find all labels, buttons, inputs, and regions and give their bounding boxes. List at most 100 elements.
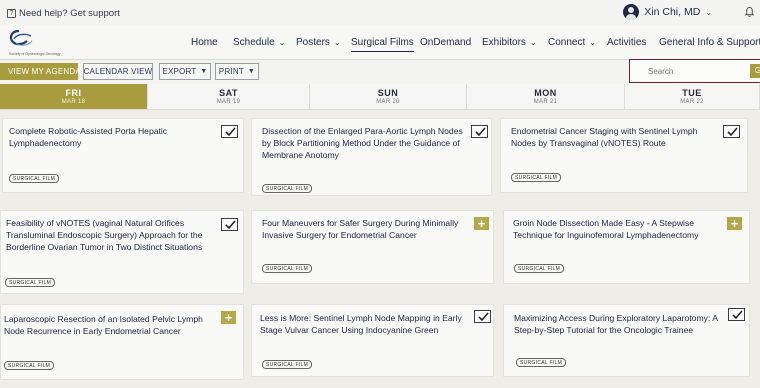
day-name: FRI — [65, 88, 82, 98]
nav-connect-label: Connect — [548, 37, 586, 48]
session-title: Laparoscopic Resection of an Isolated Pe… — [4, 314, 203, 336]
tab-tue[interactable]: TUE MAR 22 — [625, 84, 760, 110]
session-card[interactable]: Complete Robotic-Assisted Porta Hepatic … — [2, 118, 244, 193]
nav-home[interactable]: Home — [191, 37, 218, 48]
surgical-film-tag: SURGICAL FILM — [262, 360, 313, 369]
added-to-agenda-checkbox[interactable] — [221, 218, 238, 231]
add-to-agenda-button[interactable]: + — [474, 217, 489, 230]
user-name: Xin Chi, MD — [644, 6, 701, 18]
nav-schedule[interactable]: Schedule ⌄ — [233, 37, 285, 48]
session-card[interactable]: Feasibility of vNOTES (vaginal Natural O… — [0, 210, 244, 294]
added-to-agenda-checkbox[interactable] — [474, 310, 491, 323]
main-nav: Society of Gynecologic Oncology Home Sch… — [0, 26, 760, 60]
logo-text: Society of Gynecologic Oncology — [9, 52, 61, 56]
nav-ondemand[interactable]: OnDemand — [420, 37, 471, 48]
surgical-film-tag: SURGICAL FILM — [9, 174, 60, 183]
add-to-agenda-button[interactable]: + — [221, 311, 236, 324]
nav-general-info[interactable]: General Info & Support⌄ — [659, 37, 760, 48]
day-tabs: FRI MAR 18 SAT MAR 19 SUN MAR 20 MON MAR… — [0, 84, 760, 110]
checkmark-icon — [732, 310, 743, 320]
nav-activities[interactable]: Activities — [607, 37, 646, 48]
utility-bar: ? Need help? Get support Xin Chi, MD ⌄ — [0, 0, 760, 26]
user-menu[interactable]: Xin Chi, MD ⌄ — [623, 4, 712, 20]
session-title: Four Maneuvers for Safer Surgery During … — [262, 218, 459, 240]
session-title: Feasibility of vNOTES (vaginal Natural O… — [6, 218, 203, 252]
checkmark-icon — [225, 220, 236, 230]
tab-mon[interactable]: MON MAR 21 — [467, 84, 625, 110]
surgical-film-tag: SURGICAL FILM — [262, 264, 313, 273]
add-to-agenda-button[interactable]: + — [727, 217, 742, 230]
added-to-agenda-checkbox[interactable] — [221, 125, 238, 138]
added-to-agenda-checkbox[interactable] — [728, 308, 745, 321]
session-card[interactable]: Endometrial Cancer Staging with Sentinel… — [500, 118, 748, 193]
tab-fri[interactable]: FRI MAR 18 — [0, 84, 148, 110]
session-title: Complete Robotic-Assisted Porta Hepatic … — [9, 126, 168, 148]
print-button[interactable]: PRINT ▼ — [215, 63, 259, 80]
checkmark-icon — [727, 127, 738, 137]
logo-mark-icon — [9, 29, 33, 46]
day-name: TUE — [682, 88, 702, 98]
search-box: G — [629, 59, 760, 83]
surgical-film-tag: SURGICAL FILM — [514, 264, 565, 273]
session-title: Less is More: Sentinel Lymph Node Mappin… — [260, 313, 462, 335]
day-name: SAT — [219, 88, 238, 98]
day-date: MAR 19 — [216, 99, 241, 105]
nav-general-info-label: General Info & Support — [659, 37, 760, 48]
session-card[interactable]: Four Maneuvers for Safer Surgery During … — [251, 210, 494, 284]
nav-exhibitors-label: Exhibitors — [482, 37, 526, 48]
sgo-logo[interactable]: Society of Gynecologic Oncology — [5, 28, 61, 56]
nav-surgical-films-label: Surgical Films — [351, 37, 414, 48]
surgical-film-tag: SURGICAL FILM — [511, 173, 562, 182]
nav-ondemand-label: OnDemand — [420, 37, 472, 48]
chevron-down-icon: ⌄ — [278, 38, 286, 47]
added-to-agenda-checkbox[interactable] — [471, 125, 488, 138]
print-label: PRINT — [218, 67, 244, 76]
search-input[interactable] — [648, 65, 744, 78]
session-card[interactable]: Dissection of the Enlarged Para-Aortic L… — [251, 118, 492, 196]
nav-posters-label: Posters — [296, 37, 330, 48]
search-go-button[interactable]: G — [750, 64, 760, 78]
nav-posters[interactable]: Posters ⌄ — [296, 37, 341, 48]
nav-activities-label: Activities — [607, 37, 647, 48]
nav-schedule-label: Schedule — [233, 37, 275, 48]
bell-icon[interactable] — [744, 6, 755, 18]
session-card[interactable]: Groin Node Dissection Made Easy - A Step… — [503, 210, 750, 284]
session-card[interactable]: Laparoscopic Resection of an Isolated Pe… — [0, 304, 244, 380]
nav-surgical-films[interactable]: Surgical Films — [351, 37, 414, 52]
view-my-agenda-button[interactable]: VIEW MY AGENDA — [0, 63, 81, 80]
chevron-down-icon: ⌄ — [333, 38, 341, 47]
nav-connect[interactable]: Connect ⌄ — [548, 37, 596, 48]
avatar-icon — [623, 4, 640, 20]
export-button[interactable]: EXPORT ▼ — [159, 63, 211, 80]
surgical-film-tag: SURGICAL FILM — [262, 184, 313, 193]
surgical-film-tag: SURGICAL FILM — [516, 358, 567, 367]
view-my-agenda-label: VIEW MY AGENDA — [8, 67, 81, 76]
day-date: MAR 22 — [680, 99, 704, 105]
tab-sat[interactable]: SAT MAR 19 — [148, 84, 310, 110]
surgical-film-tag: SURGICAL FILM — [4, 361, 55, 370]
tab-sun[interactable]: SUN MAR 20 — [310, 84, 467, 110]
calendar-view-button[interactable]: CALENDAR VIEW — [83, 63, 153, 80]
nav-exhibitors[interactable]: Exhibitors ⌄ — [482, 37, 537, 48]
chevron-down-icon: ⌄ — [529, 38, 537, 47]
day-name: MON — [534, 88, 557, 98]
chevron-down-icon: ▼ — [247, 68, 256, 75]
session-title: Endometrial Cancer Staging with Sentinel… — [511, 126, 698, 148]
day-date: MAR 18 — [61, 99, 86, 105]
day-date: MAR 20 — [376, 99, 400, 105]
day-date: MAR 21 — [533, 99, 558, 105]
session-card[interactable]: Less is More: Sentinel Lymph Node Mappin… — [251, 304, 494, 377]
help-text: Need help? Get support — [19, 7, 120, 19]
help-link[interactable]: ? Need help? Get support — [7, 8, 120, 19]
session-title: Maximizing Access During Exploratory Lap… — [514, 313, 718, 335]
calendar-view-label: CALENDAR VIEW — [83, 67, 153, 76]
session-title: Dissection of the Enlarged Para-Aortic L… — [262, 126, 463, 160]
checkmark-icon — [475, 127, 486, 137]
nav-home-label: Home — [191, 37, 218, 48]
checkmark-icon — [478, 312, 489, 322]
added-to-agenda-checkbox[interactable] — [723, 125, 740, 138]
session-title: Groin Node Dissection Made Easy - A Step… — [513, 218, 699, 240]
help-square-icon: ? — [7, 8, 16, 18]
session-card[interactable]: Maximizing Access During Exploratory Lap… — [503, 304, 750, 377]
day-name: SUN — [377, 88, 399, 98]
